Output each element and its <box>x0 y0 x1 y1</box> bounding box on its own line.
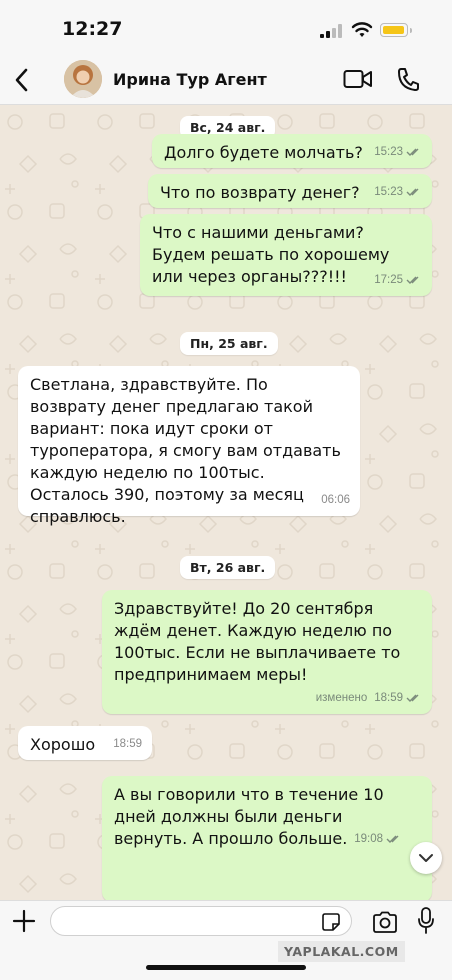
message-text: А вы говорили что в течение 10 дней долж… <box>114 785 384 848</box>
message-text: Что по возврату денег? <box>160 183 360 202</box>
message-time: 18:59 <box>374 692 403 704</box>
message-text: Здравствуйте! До 20 сентября ждём денет.… <box>114 599 401 684</box>
status-time: 12:27 <box>62 18 123 40</box>
chat-header: Ирина Тур Агент <box>0 56 452 105</box>
message-text: Долго будете молчать? <box>164 143 363 162</box>
microphone-icon[interactable] <box>418 907 434 935</box>
double-check-icon <box>406 188 419 196</box>
avatar[interactable] <box>64 60 102 98</box>
composer-bar: YAPLAKAL.COM <box>0 900 452 980</box>
back-arrow-icon[interactable] <box>12 66 32 94</box>
double-check-icon <box>406 148 419 156</box>
message-bubble[interactable]: Долго будете молчать? 15:23 <box>152 134 432 168</box>
cellular-signal-icon <box>320 24 342 38</box>
scroll-to-bottom-button[interactable] <box>410 842 442 874</box>
message-time: 06:06 <box>321 494 350 506</box>
message-bubble[interactable]: Что с нашими деньгами? Будем решать по х… <box>140 214 432 296</box>
status-bar: 12:27 <box>0 0 452 56</box>
battery-icon <box>380 23 412 37</box>
message-bubble[interactable]: Светлана, здравствуйте. По возврату дене… <box>18 366 360 526</box>
message-bubble[interactable]: Хорошо 18:59 <box>18 726 152 760</box>
double-check-icon <box>406 276 419 284</box>
sticker-icon[interactable] <box>322 913 340 931</box>
double-check-icon <box>406 694 419 702</box>
double-check-icon <box>386 835 399 843</box>
edited-label: изменено <box>315 692 368 704</box>
message-time: 17:25 <box>374 274 403 286</box>
date-separator: Вт, 26 авг. <box>180 556 276 579</box>
message-text: Что с нашими деньгами? Будем решать по х… <box>152 223 390 286</box>
message-text: Хорошо <box>30 735 96 754</box>
message-input[interactable] <box>50 906 352 936</box>
date-separator: Пн, 25 авг. <box>180 332 278 355</box>
chevron-down-icon <box>419 854 433 862</box>
message-time: 18:59 <box>113 738 142 750</box>
chat-area[interactable]: Вс, 24 авг. Долго будете молчать? 15:23 … <box>0 104 452 900</box>
message-text: Светлана, здравствуйте. По возврату дене… <box>30 375 341 526</box>
message-bubble[interactable]: Здравствуйте! До 20 сентября ждём денет.… <box>102 590 432 714</box>
home-indicator <box>146 965 306 970</box>
plus-icon[interactable] <box>12 909 36 933</box>
message-time: 15:23 <box>374 186 403 198</box>
message-time: 15:23 <box>374 146 403 158</box>
contact-name[interactable]: Ирина Тур Агент <box>113 70 267 89</box>
phone-icon[interactable] <box>396 66 420 92</box>
message-bubble[interactable]: Что по возврату денег? 15:23 <box>148 174 432 208</box>
message-time: 19:08 <box>354 833 383 845</box>
watermark: YAPLAKAL.COM <box>278 941 405 962</box>
message-bubble[interactable]: А вы говорили что в течение 10 дней долж… <box>102 776 432 900</box>
camera-icon[interactable] <box>372 911 398 933</box>
video-call-icon[interactable] <box>343 68 373 90</box>
wifi-icon <box>351 22 373 37</box>
